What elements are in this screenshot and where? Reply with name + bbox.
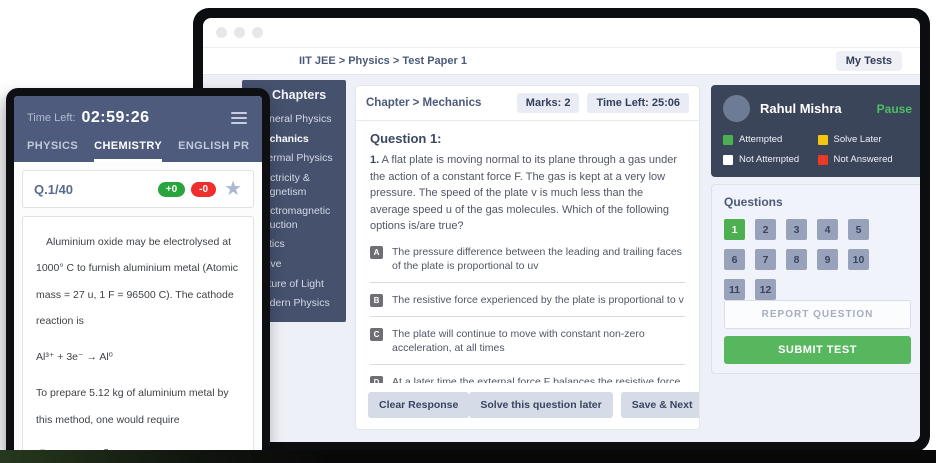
- submit-test-button[interactable]: SUBMIT TEST: [724, 336, 911, 364]
- mobile-question-paragraph-1: Aluminium oxide may be electrolysed at 1…: [36, 229, 240, 334]
- question-title: Question 1:: [370, 131, 685, 146]
- bottom-shadow-band: [0, 450, 936, 463]
- question-number-grid: 1 2 3 4 5 6 7 8 9 10 11 12: [724, 219, 911, 300]
- option-row-d[interactable]: D At a later time the external force F b…: [370, 375, 685, 383]
- option-letter-b: B: [370, 294, 383, 307]
- status-legend: Attempted Solve Later Not Attempted: [723, 134, 912, 165]
- question-number: 1.: [370, 154, 379, 166]
- window-control-dot[interactable]: [216, 27, 227, 38]
- option-row-a[interactable]: A The pressure difference between the le…: [370, 245, 685, 274]
- right-panel: Rahul Mishra Pause Attempted Solve Later: [711, 85, 920, 374]
- browser-chrome-bar: [203, 18, 920, 48]
- legend-attempted: Attempted: [723, 134, 818, 145]
- mobile-question-paragraph-2: To prepare 5.12 kg of aluminium metal by…: [36, 380, 240, 433]
- attempted-color-swatch: [723, 135, 733, 145]
- question-tile-3[interactable]: 3: [786, 219, 807, 240]
- tab-physics[interactable]: PHYSICS: [27, 140, 78, 162]
- save-next-button[interactable]: Save & Next: [621, 392, 700, 418]
- report-question-button[interactable]: REPORT QUESTION: [724, 300, 911, 329]
- mobile-question-bar: Q.1/40 +0 -0: [22, 170, 254, 208]
- option-letter-c: C: [370, 328, 383, 341]
- question-tile-8[interactable]: 8: [786, 249, 807, 270]
- option-row-b[interactable]: B The resistive force experienced by the…: [370, 293, 685, 308]
- option-letter-d: D: [370, 376, 383, 383]
- window-control-dot[interactable]: [234, 27, 245, 38]
- cathode-reaction-formula: Al³⁺ + 3e⁻ → Al⁰: [36, 344, 240, 370]
- option-row-c[interactable]: C The plate will continue to move with c…: [370, 327, 685, 356]
- time-left-value: 02:59:26: [82, 109, 150, 127]
- desktop-browser-window: IIT JEE > Physics > Test Paper 1 My Test…: [193, 8, 930, 452]
- question-tile-12[interactable]: 12: [755, 279, 776, 300]
- my-tests-button[interactable]: My Tests: [836, 51, 902, 71]
- negative-marks-pill: -0: [191, 182, 216, 197]
- question-tile-7[interactable]: 7: [755, 249, 776, 270]
- legend-not-attempted: Not Attempted: [723, 154, 818, 165]
- question-tile-6[interactable]: 6: [724, 249, 745, 270]
- time-left-badge: Time Left: 25:06: [587, 93, 689, 113]
- breadcrumb[interactable]: IIT JEE > Physics > Test Paper 1: [299, 55, 467, 67]
- chapter-path: Chapter > Mechanics: [366, 97, 481, 109]
- not-attempted-color-swatch: [723, 155, 733, 165]
- clear-response-button[interactable]: Clear Response: [368, 392, 469, 418]
- question-counter: Q.1/40: [34, 182, 73, 197]
- mobile-header: Time Left: 02:59:26 PHYSICS CHEMISTRY EN…: [14, 96, 262, 162]
- browser-body: IIT JEE > Physics > Test Paper 1 My Test…: [203, 18, 920, 442]
- mobile-overlay: Time Left: 02:59:26 PHYSICS CHEMISTRY EN…: [6, 88, 270, 463]
- solve-later-button[interactable]: Solve this question later: [469, 392, 612, 418]
- question-tile-4[interactable]: 4: [817, 219, 838, 240]
- question-card: Chapter > Mechanics Marks: 2 Time Left: …: [355, 85, 700, 430]
- question-card-header: Chapter > Mechanics Marks: 2 Time Left: …: [356, 86, 699, 121]
- option-divider: [370, 316, 685, 317]
- time-left-label: Time Left:: [27, 112, 76, 124]
- mobile-body: Q.1/40 +0 -0 Aluminium oxide may be elec…: [14, 162, 262, 463]
- breadcrumb-bar: IIT JEE > Physics > Test Paper 1 My Test…: [203, 48, 920, 75]
- question-footer: Clear Response Solve this question later…: [356, 383, 699, 429]
- option-divider: [370, 282, 685, 283]
- hamburger-menu-icon[interactable]: [229, 110, 249, 126]
- question-tile-11[interactable]: 11: [724, 279, 745, 300]
- question-tile-1[interactable]: 1: [724, 219, 745, 240]
- not-answered-color-swatch: [818, 155, 828, 165]
- option-text-b: The resistive force experienced by the p…: [392, 293, 684, 308]
- tab-chemistry[interactable]: CHEMISTRY: [94, 140, 162, 162]
- tab-english-proficiency[interactable]: ENGLISH PROFICIENCY: [178, 140, 249, 162]
- profile-card: Rahul Mishra Pause Attempted Solve Later: [711, 85, 920, 177]
- question-tile-10[interactable]: 10: [848, 249, 869, 270]
- question-text: 1. A flat plate is moving normal to its …: [370, 152, 685, 235]
- positive-marks-pill: +0: [158, 182, 185, 197]
- window-control-dot[interactable]: [252, 27, 263, 38]
- option-divider: [370, 364, 685, 365]
- questions-title: Questions: [724, 195, 911, 209]
- solve-later-color-swatch: [818, 135, 828, 145]
- option-text-a: The pressure difference between the lead…: [392, 245, 685, 274]
- mobile-screen: Time Left: 02:59:26 PHYSICS CHEMISTRY EN…: [14, 96, 262, 463]
- bookmark-star-icon[interactable]: [224, 179, 242, 199]
- subject-tabs: PHYSICS CHEMISTRY ENGLISH PROFICIENCY: [27, 140, 249, 162]
- legend-not-answered: Not Answered: [818, 154, 913, 165]
- question-tile-9[interactable]: 9: [817, 249, 838, 270]
- avatar: [723, 95, 750, 122]
- question-tile-2[interactable]: 2: [755, 219, 776, 240]
- question-body: Question 1: 1. A flat plate is moving no…: [356, 121, 699, 383]
- option-letter-a: A: [370, 246, 383, 259]
- pause-button[interactable]: Pause: [877, 102, 912, 116]
- legend-solve-later: Solve Later: [818, 134, 913, 145]
- question-tile-5[interactable]: 5: [848, 219, 869, 240]
- marks-badge: Marks: 2: [517, 93, 580, 113]
- user-name: Rahul Mishra: [760, 101, 842, 116]
- questions-panel: Questions 1 2 3 4 5 6 7 8 9 10 11: [711, 184, 920, 374]
- option-text-d: At a later time the external force F bal…: [392, 375, 680, 383]
- test-content-area: Chapters General Physics Mechanics Therm…: [203, 75, 920, 442]
- option-text-c: The plate will continue to move with con…: [392, 327, 685, 356]
- mobile-question-card: Aluminium oxide may be electrolysed at 1…: [22, 216, 254, 463]
- screenshot-stage: IIT JEE > Physics > Test Paper 1 My Test…: [0, 0, 936, 463]
